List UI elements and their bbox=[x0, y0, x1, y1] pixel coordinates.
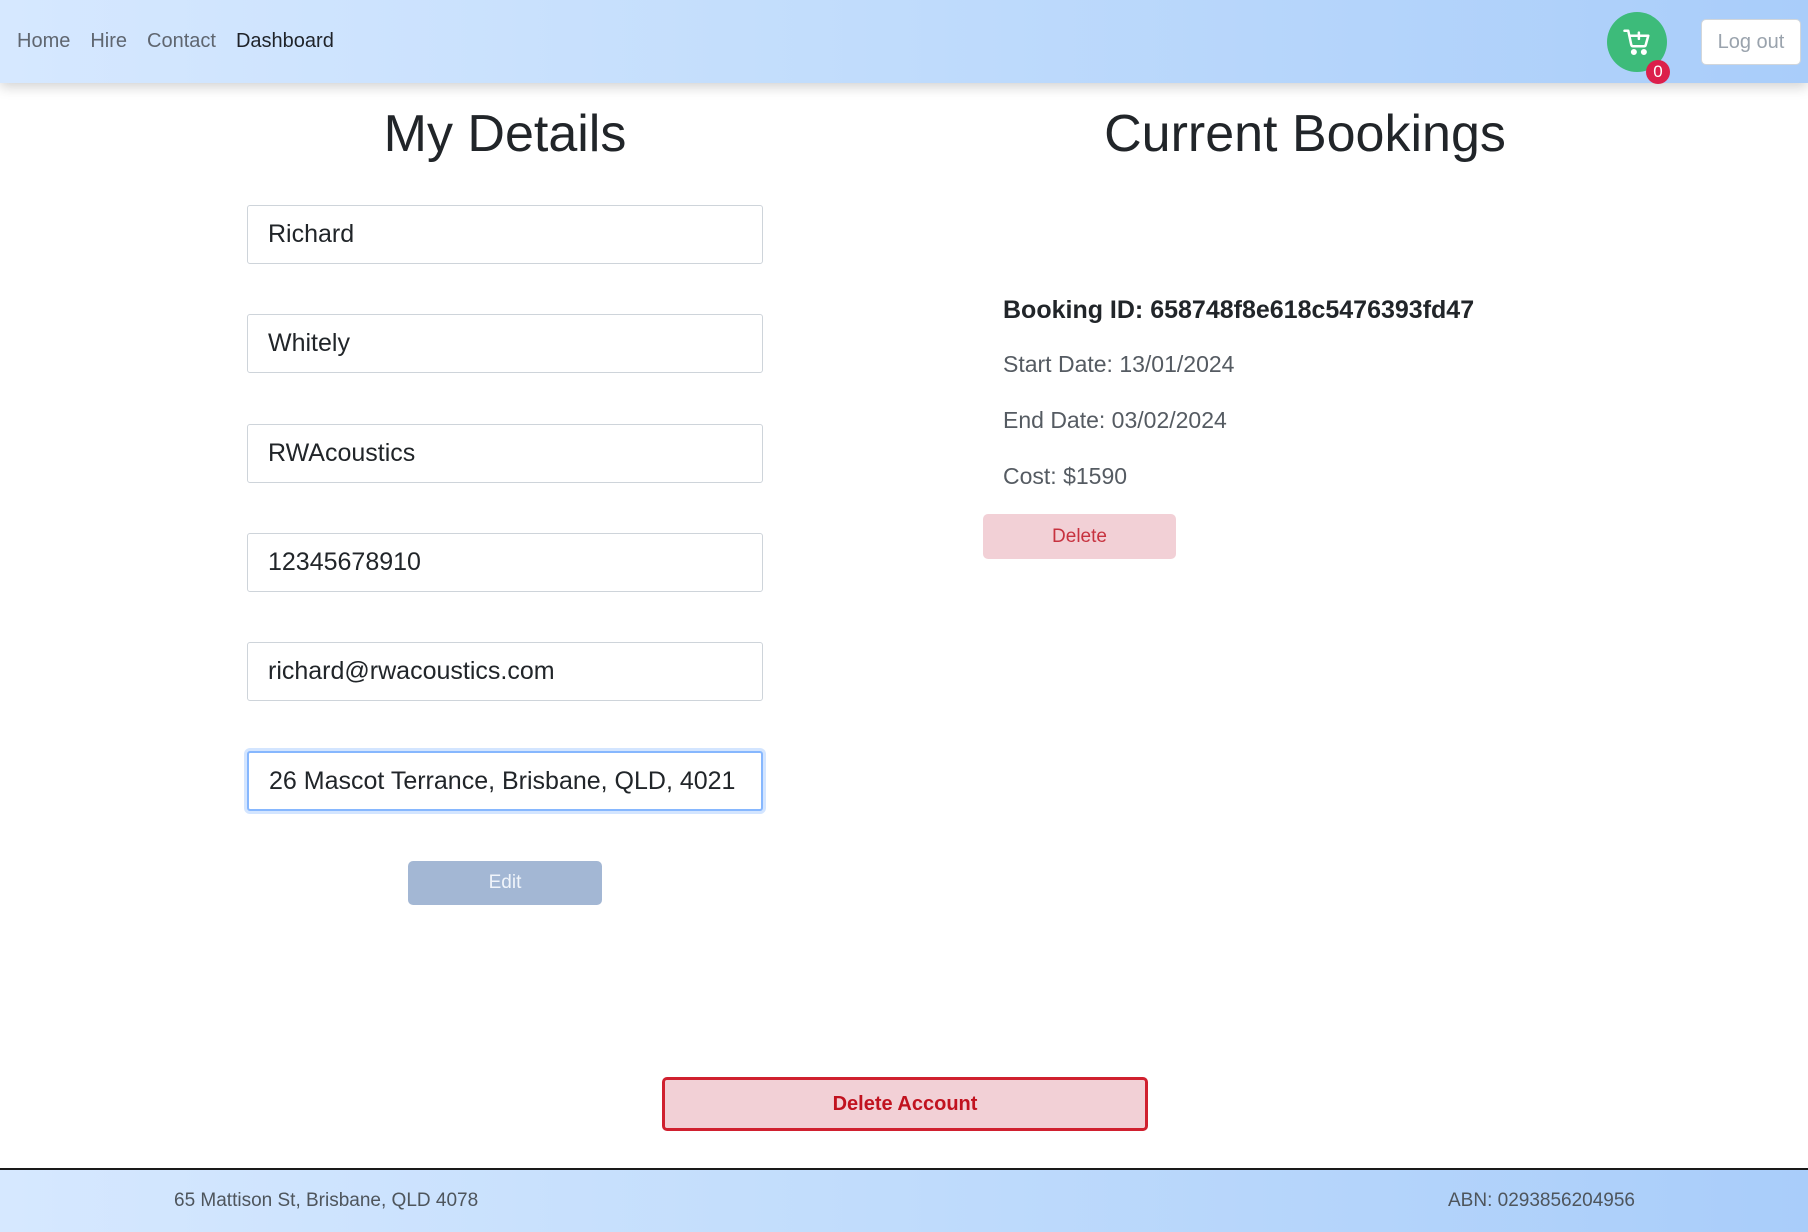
footer-address: 65 Mattison St, Brisbane, QLD 4078 bbox=[174, 1190, 479, 1211]
cart-icon bbox=[1623, 29, 1650, 56]
delete-booking-button[interactable]: Delete bbox=[983, 514, 1176, 559]
first-name-field[interactable] bbox=[247, 205, 763, 264]
booking-start-date: Start Date: 13/01/2024 bbox=[1003, 351, 1235, 377]
booking-end-date: End Date: 03/02/2024 bbox=[1003, 407, 1227, 433]
booking-id: Booking ID: 658748f8e618c5476393fd47 bbox=[1003, 296, 1475, 324]
nav-link-dashboard[interactable]: Dashboard bbox=[236, 30, 334, 53]
nav-link-contact[interactable]: Contact bbox=[147, 30, 216, 53]
company-field[interactable] bbox=[247, 424, 763, 483]
cart-count-badge: 0 bbox=[1646, 60, 1670, 84]
footer: 65 Mattison St, Brisbane, QLD 4078 ABN: … bbox=[0, 1168, 1808, 1232]
current-bookings-title: Current Bookings bbox=[1104, 105, 1506, 163]
my-details-title: My Details bbox=[383, 105, 627, 163]
last-name-field[interactable] bbox=[247, 314, 763, 373]
address-field[interactable] bbox=[247, 751, 763, 811]
email-field[interactable] bbox=[247, 642, 763, 701]
edit-details-button[interactable]: Edit bbox=[408, 861, 602, 905]
nav-link-hire[interactable]: Hire bbox=[90, 30, 127, 53]
footer-abn: ABN: 0293856204956 bbox=[1448, 1190, 1635, 1211]
nav-links: Home Hire Contact Dashboard bbox=[17, 0, 334, 83]
booking-cost: Cost: $1590 bbox=[1003, 463, 1128, 489]
nav-link-home[interactable]: Home bbox=[17, 30, 70, 53]
logout-button[interactable]: Log out bbox=[1701, 19, 1801, 65]
top-navbar: Home Hire Contact Dashboard 0 Log out bbox=[0, 0, 1808, 84]
phone-field[interactable] bbox=[247, 533, 763, 592]
delete-account-button[interactable]: Delete Account bbox=[662, 1077, 1148, 1131]
